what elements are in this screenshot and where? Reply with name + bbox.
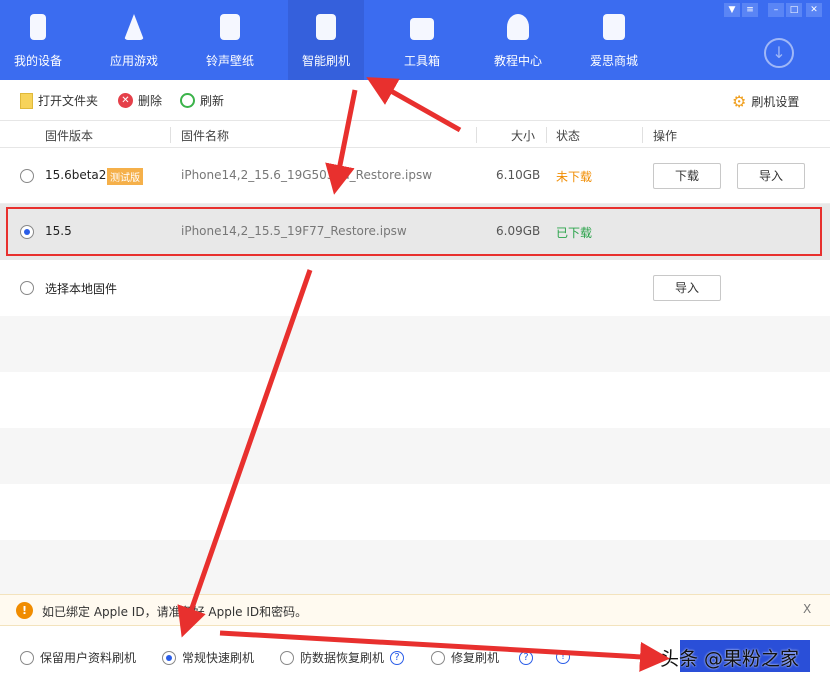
table-header: 固件版本 固件名称 大小 状态 操作 xyxy=(0,120,830,148)
delete-icon: ✕ xyxy=(118,93,133,108)
graduation-cap-icon xyxy=(507,14,529,40)
mode-anti-recovery[interactable]: 防数据恢复刷机? xyxy=(280,649,405,666)
app-store-icon xyxy=(124,14,144,40)
nav-toolbox[interactable]: 工具箱 xyxy=(384,0,460,80)
nav-store[interactable]: 爱思商城 xyxy=(576,0,652,80)
phone-icon xyxy=(30,14,46,40)
minimize-icon[interactable]: – xyxy=(768,3,784,17)
import-button[interactable]: 导入 xyxy=(737,163,805,189)
status-badge: 未下载 xyxy=(556,170,593,184)
store-icon xyxy=(603,14,625,40)
mode-keep-data[interactable]: 保留用户资料刷机 xyxy=(20,649,136,666)
table-row[interactable]: 15.6beta2 测试版 iPhone14,2_15.6_19G5037d_R… xyxy=(0,148,830,204)
mode-radio[interactable] xyxy=(431,650,445,665)
music-icon xyxy=(220,14,240,40)
maximize-icon[interactable]: □ xyxy=(786,3,802,17)
help-icon[interactable]: ? xyxy=(519,650,534,665)
selection-highlight-box xyxy=(6,207,822,256)
download-button[interactable]: 下载 xyxy=(653,163,721,189)
row-radio[interactable] xyxy=(20,281,34,295)
mode-label: 常规快速刷机 xyxy=(182,651,255,665)
choose-local-firmware: 选择本地固件 xyxy=(45,282,118,296)
notice-bar: ! 如已绑定 Apple ID，请准备好 Apple ID和密码。 X xyxy=(0,594,830,626)
nav-my-device[interactable]: 我的设备 xyxy=(0,0,76,80)
import-button[interactable]: 导入 xyxy=(653,275,721,301)
delete-button[interactable]: ✕ 删除 xyxy=(118,92,162,109)
firmware-version: 15.6beta2 xyxy=(45,168,107,182)
mode-radio[interactable] xyxy=(162,650,176,665)
help-icon[interactable]: ? xyxy=(390,650,405,665)
beta-badge: 测试版 xyxy=(107,168,143,185)
col-status: 状态 xyxy=(556,129,581,143)
refresh-button[interactable]: 刷新 xyxy=(180,92,224,109)
info-icon[interactable]: ! xyxy=(556,650,570,664)
open-folder-button[interactable]: 打开文件夹 xyxy=(20,92,98,109)
col-name: 固件名称 xyxy=(181,129,230,143)
nav-ringtones[interactable]: 铃声壁纸 xyxy=(192,0,268,80)
toolbox-icon xyxy=(410,18,434,40)
col-version: 固件版本 xyxy=(45,129,94,143)
gear-icon: ⚙ xyxy=(732,92,747,111)
mode-label: 修复刷机 xyxy=(451,651,500,665)
mode-label: 防数据恢复刷机 xyxy=(300,651,385,665)
col-actions: 操作 xyxy=(653,129,678,143)
firmware-name: iPhone14,2_15.6_19G5037d_Restore.ipsw xyxy=(181,168,433,182)
firmware-size: 6.10GB xyxy=(496,168,541,182)
skin-icon[interactable]: ▼ xyxy=(724,3,740,17)
mode-radio[interactable] xyxy=(20,650,34,665)
close-window-icon[interactable]: ✕ xyxy=(806,3,822,17)
menu-icon[interactable]: ≡ xyxy=(742,3,758,17)
notice-text: 如已绑定 Apple ID，请准备好 Apple ID和密码。 xyxy=(42,605,308,619)
mode-quick-flash[interactable]: 常规快速刷机 xyxy=(162,649,254,666)
warning-icon: ! xyxy=(16,602,33,619)
nav-tutorials[interactable]: 教程中心 xyxy=(480,0,556,80)
folder-icon xyxy=(20,92,33,109)
refresh-icon xyxy=(180,93,195,108)
refresh-icon xyxy=(316,14,336,40)
table-row-local[interactable]: 选择本地固件 导入 xyxy=(0,260,830,316)
close-notice-icon[interactable]: X xyxy=(803,602,811,616)
flash-settings-button[interactable]: ⚙ 刷机设置 xyxy=(732,92,799,111)
mode-repair[interactable]: 修复刷机? xyxy=(431,649,534,666)
watermark: 头条 @果粉之家 xyxy=(660,648,800,670)
row-radio[interactable] xyxy=(20,169,34,183)
col-size: 大小 xyxy=(511,129,536,143)
download-manager-icon[interactable]: ↓ xyxy=(764,38,794,68)
mode-radio[interactable] xyxy=(280,650,294,665)
mode-label: 保留用户资料刷机 xyxy=(40,651,137,665)
top-nav-bar: 我的设备 应用游戏 铃声壁纸 智能刷机 工具箱 教程中心 爱思商城 ▼ ≡ – … xyxy=(0,0,830,80)
nav-apps[interactable]: 应用游戏 xyxy=(96,0,172,80)
nav-smart-flash[interactable]: 智能刷机 xyxy=(288,0,364,80)
